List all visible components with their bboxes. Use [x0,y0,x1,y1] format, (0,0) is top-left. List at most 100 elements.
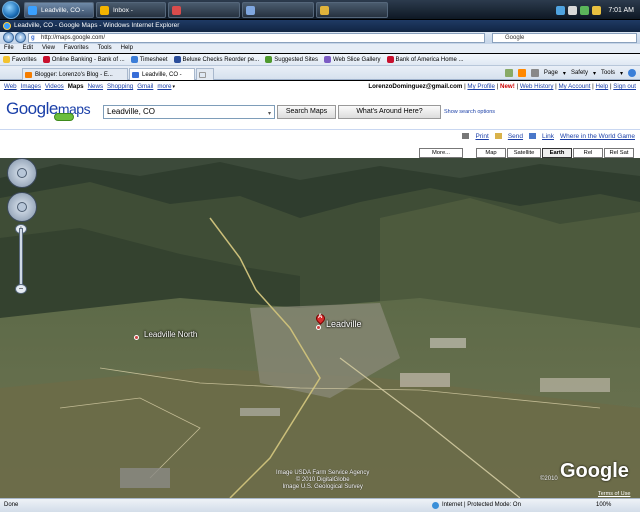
place-label-leadville[interactable]: Leadville [326,319,362,329]
send-link[interactable]: Send [508,133,523,140]
power-icon[interactable] [592,5,602,15]
map-type-rel-map[interactable]: Rel Map [573,148,603,164]
menu-edit[interactable]: Edit [23,44,33,53]
clock[interactable]: 7:01 AM [608,7,634,14]
my-account-link[interactable]: My Account [558,83,590,90]
my-profile-link[interactable]: My Profile [467,83,495,90]
security-zone[interactable]: Internet | Protected Mode: On [432,499,521,512]
nav-maps[interactable]: Maps [68,81,84,93]
google-maps-logo[interactable]: Googlemaps [6,99,91,121]
search-maps-button[interactable]: Search Maps [277,105,336,119]
menu-tools[interactable]: Tools [98,44,112,53]
status-text: Done [4,502,19,508]
security-zone-text: Internet | Protected Mode: On [442,502,521,508]
help-icon[interactable] [628,69,636,77]
app-icon [246,6,255,15]
nav-web[interactable]: Web [4,81,17,93]
security-icon[interactable] [580,5,590,15]
favorite-link[interactable]: Beluxe Checks Reorder pe... [173,54,259,65]
taskbar-button-app[interactable] [242,2,314,18]
chevron-down-icon[interactable]: ▾ [268,108,271,120]
nav-more[interactable]: more [157,81,171,93]
home-icon[interactable] [504,69,513,77]
search-engine-label: Google [505,35,525,41]
menu-file[interactable]: File [4,44,14,53]
zoom-level[interactable]: 100% [596,499,611,512]
eye-icon [17,168,27,178]
terms-of-use-link[interactable]: Terms of Use [598,491,630,497]
whats-around-here-button[interactable]: What's Around Here? [338,105,441,119]
safety-menu[interactable]: Safety [571,70,588,76]
nav-gmail[interactable]: Gmail [137,81,153,93]
where-in-the-world-link[interactable]: Where in the World Game [560,133,635,140]
hand-icon [17,202,27,212]
menu-view[interactable]: View [42,44,55,53]
favorite-link[interactable]: Online Banking - Bank of ... [42,54,125,65]
volume-icon[interactable] [568,5,578,15]
help-link[interactable]: Help [596,83,609,90]
more-button[interactable]: More... [419,148,463,158]
map-type-satellite[interactable]: Satellite [507,148,541,158]
taskbar-button-app[interactable] [168,2,240,18]
link-link[interactable]: Link [542,133,554,140]
sign-out-link[interactable]: Sign out [613,83,636,90]
nav-shopping[interactable]: Shopping [107,81,133,93]
nav-news[interactable]: News [88,81,103,93]
favorite-link[interactable]: Timesheet [130,54,168,65]
back-button[interactable]: ‹ [3,32,14,43]
bank-icon [386,56,394,63]
address-toolbar: ‹ › g http://maps.google.com/ Google [0,32,640,44]
map-type-rel-sat[interactable]: Rel Sat [604,148,634,158]
look-around-control[interactable] [7,158,37,188]
maps-search-input[interactable]: Leadville, CO ▾ [103,105,275,119]
search-input[interactable]: Google [492,33,637,43]
new-tab-button[interactable] [196,68,214,80]
web-slice-icon [323,56,331,63]
taskbar-button-label: Inbox - Microsoft O... [113,7,133,14]
zoom-out-button[interactable]: − [15,284,27,294]
taskbar-button-outlook[interactable]: Inbox - Microsoft O... [96,2,166,18]
map-type-earth[interactable]: Earth [542,148,572,158]
ie-icon [28,6,37,15]
forward-button[interactable]: › [15,32,26,43]
tools-menu[interactable]: Tools [601,70,615,76]
earth-view[interactable]: + − Leadville North A Leadville Image US… [0,158,640,498]
taskbar-button-app[interactable] [316,2,388,18]
place-label-leadville-north[interactable]: Leadville North [144,330,197,339]
favorites-star-icon [3,56,10,63]
favorite-link[interactable]: Suggested Sites [265,54,318,65]
map-type-map[interactable]: Map [476,148,506,158]
network-icon[interactable] [556,5,566,15]
feeds-icon[interactable] [517,69,526,77]
blogger-icon [25,72,32,78]
favorite-link[interactable]: Web Slice Gallery [323,54,381,65]
tab-google-maps[interactable]: Leadville, CO - Google ... [129,68,195,80]
bank-icon [42,56,50,63]
tab-blogger[interactable]: Blogger: Lorenzo's Blog - E... [22,68,128,80]
nav-videos[interactable]: Videos [45,81,64,93]
address-text: http://maps.google.com/ [41,35,106,41]
show-search-options-link[interactable]: Show search options [444,109,495,115]
page-menu[interactable]: Page [544,70,558,76]
menu-help[interactable]: Help [121,44,133,53]
tab-label: Leadville, CO - Google ... [142,72,182,78]
pan-control[interactable] [7,192,37,222]
menu-favorites[interactable]: Favorites [64,44,89,53]
timesheet-icon [130,56,138,63]
place-dot-icon[interactable] [316,325,321,330]
place-dot-icon[interactable] [134,335,139,340]
zoom-slider[interactable] [19,228,23,288]
start-button[interactable] [2,1,20,19]
taskbar-button-ie[interactable]: Leadville, CO - Goo... [24,2,94,18]
favorite-link[interactable]: Bank of America Home ... [386,54,464,65]
print-link[interactable]: Print [475,133,488,140]
address-input[interactable]: g http://maps.google.com/ [28,33,485,43]
favorites-button[interactable]: Favorites [3,54,37,65]
web-history-link[interactable]: Web History [520,83,554,90]
beta-badge-icon [54,113,74,121]
nav-images[interactable]: Images [21,81,41,93]
copyright-line: Image U.S. Geological Survey [282,484,363,490]
tab-label: Blogger: Lorenzo's Blog - E... [35,72,113,78]
favorite-label: Timesheet [139,56,168,63]
print-icon[interactable] [530,69,539,77]
